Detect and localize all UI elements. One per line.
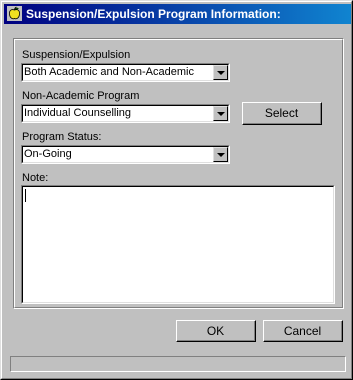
status-label: Program Status:	[22, 131, 102, 143]
status-value: On-Going	[24, 148, 72, 160]
dialog-window: Suspension/Expulsion Program Information…	[0, 0, 353, 380]
program-dropdown[interactable]: Individual Counselling	[21, 104, 230, 123]
dialog-frame: Suspension/Expulsion Program Information…	[1, 1, 352, 379]
status-dropdown-button[interactable]	[213, 147, 228, 162]
suspension-dropdown-button[interactable]	[213, 65, 228, 80]
ok-button-label: OK	[206, 323, 225, 338]
chevron-down-icon	[217, 71, 225, 75]
program-dropdown-button[interactable]	[213, 106, 228, 121]
window-title: Suspension/Expulsion Program Information…	[26, 7, 281, 21]
program-label: Non-Academic Program	[22, 90, 140, 102]
cancel-button[interactable]: Cancel	[263, 320, 343, 342]
app-apple-icon[interactable]	[7, 6, 22, 21]
select-button-label: Select	[264, 106, 299, 120]
text-caret	[25, 189, 26, 202]
chevron-down-icon	[217, 153, 225, 157]
suspension-dropdown[interactable]: Both Academic and Non-Academic	[21, 63, 230, 82]
chevron-down-icon	[217, 112, 225, 116]
suspension-label: Suspension/Expulsion	[22, 49, 131, 61]
ok-button[interactable]: OK	[176, 320, 256, 342]
status-dropdown[interactable]: On-Going	[21, 145, 230, 164]
program-value: Individual Counselling	[24, 107, 132, 119]
title-bar[interactable]: Suspension/Expulsion Program Information…	[4, 4, 351, 24]
status-bar	[10, 356, 346, 372]
cancel-button-label: Cancel	[283, 323, 322, 338]
note-textarea[interactable]	[21, 185, 335, 304]
note-label: Note:	[22, 172, 49, 184]
select-button[interactable]: Select	[242, 102, 322, 125]
suspension-value: Both Academic and Non-Academic	[24, 66, 194, 78]
